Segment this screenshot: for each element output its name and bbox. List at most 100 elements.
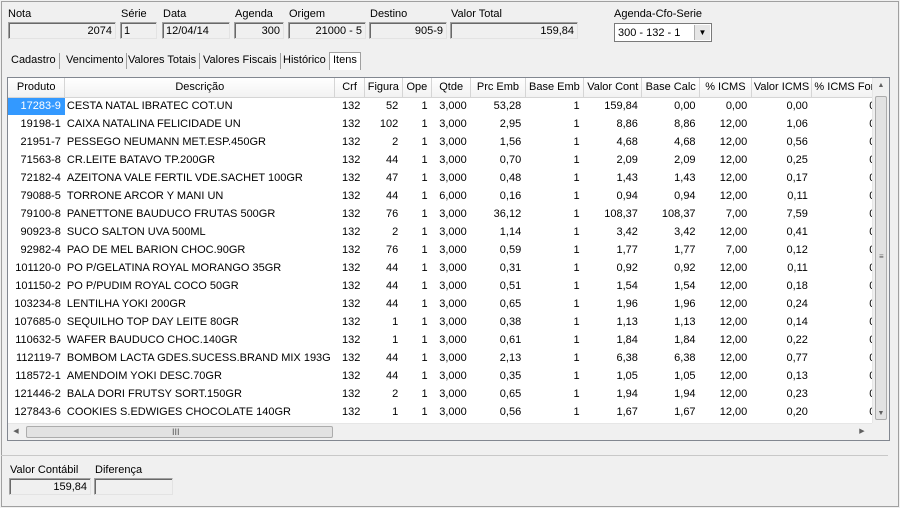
table-cell[interactable]: 103234-8 [8, 295, 65, 313]
table-cell[interactable]: 118572-1 [8, 367, 65, 385]
table-cell[interactable]: 12,00 [700, 277, 752, 295]
horizontal-scrollbar[interactable]: ◀ III ▶ [8, 423, 872, 440]
table-cell[interactable]: 3,42 [584, 223, 642, 241]
table-cell[interactable]: 1,56 [471, 133, 525, 151]
table-cell[interactable]: CAIXA NATALINA FELICIDADE UN [65, 115, 335, 133]
table-cell[interactable]: 12,00 [700, 403, 752, 421]
table-cell[interactable]: 1 [525, 169, 583, 187]
table-cell[interactable]: 1,43 [584, 169, 642, 187]
vertical-scrollbar[interactable]: ▲ ≡ ▼ [872, 78, 889, 423]
table-cell[interactable]: 1 [402, 97, 431, 115]
table-cell[interactable]: 0,18 [751, 277, 812, 295]
column-header[interactable]: Ope [402, 78, 433, 98]
table-cell[interactable]: 132 [335, 349, 365, 367]
table-cell[interactable]: 1 [402, 169, 431, 187]
table-row[interactable]: 107685-0 SEQUILHO TOP DAY LEITE 80GR 132 1 1… [8, 313, 889, 331]
table-cell[interactable]: 3,000 [432, 169, 471, 187]
table-cell[interactable]: 0,70 [471, 151, 525, 169]
table-cell[interactable]: 0,61 [471, 331, 525, 349]
table-cell[interactable]: 92982-4 [8, 241, 65, 259]
table-cell[interactable]: 3,000 [432, 277, 471, 295]
table-cell[interactable]: 7,00 [700, 205, 752, 223]
table-cell[interactable]: 1,13 [642, 313, 700, 331]
table-cell[interactable]: 19198-1 [8, 115, 65, 133]
column-header[interactable]: Produto [8, 78, 66, 98]
table-cell[interactable]: 159,84 [584, 97, 642, 115]
table-row[interactable]: 17283-9 CESTA NATAL IBRATEC COT.UN 132 52 1 3… [8, 97, 889, 115]
table-cell[interactable]: 1,77 [584, 241, 642, 259]
table-cell[interactable]: SUCO SALTON UVA 500ML [65, 223, 335, 241]
table-cell[interactable]: 102 [364, 115, 402, 133]
table-cell[interactable]: 1 [402, 403, 431, 421]
table-cell[interactable]: 1 [402, 277, 431, 295]
data-field[interactable]: 12/04/14 [162, 22, 230, 39]
table-cell[interactable]: 1 [402, 223, 431, 241]
table-cell[interactable]: 7,00 [700, 241, 752, 259]
table-cell[interactable]: 0,00 [642, 97, 700, 115]
table-cell[interactable]: 0,13 [751, 367, 812, 385]
table-cell[interactable]: BALA DORI FRUTSY SORT.150GR [65, 385, 335, 403]
table-cell[interactable]: 0,20 [751, 403, 812, 421]
table-cell[interactable]: 8,86 [642, 115, 700, 133]
table-cell[interactable]: 1 [402, 241, 431, 259]
table-cell[interactable]: 6,000 [432, 187, 471, 205]
table-row[interactable]: 112119-7 BOMBOM LACTA GDES.SUCESS.BRAND M… [8, 349, 889, 367]
table-cell[interactable]: 3,000 [432, 349, 471, 367]
table-cell[interactable]: 17283-9 [8, 97, 65, 115]
table-row[interactable]: 21951-7 PESSEGO NEUMANN MET.ESP.450GR 132 2… [8, 133, 889, 151]
table-cell[interactable]: 132 [335, 259, 365, 277]
table-cell[interactable]: 1,96 [642, 295, 700, 313]
table-cell[interactable]: 0,92 [584, 259, 642, 277]
table-cell[interactable]: 0,11 [751, 187, 812, 205]
table-cell[interactable]: 21951-7 [8, 133, 65, 151]
table-cell[interactable]: 0,94 [584, 187, 642, 205]
table-cell[interactable]: 79088-5 [8, 187, 65, 205]
valor-total-field[interactable]: 159,84 [450, 22, 578, 39]
table-cell[interactable]: 1 [525, 331, 583, 349]
table-cell[interactable]: 47 [364, 169, 402, 187]
table-cell[interactable]: 0,16 [471, 187, 525, 205]
column-header[interactable]: Base Calc [641, 78, 701, 98]
table-cell[interactable]: 1 [525, 115, 583, 133]
table-cell[interactable]: 1,94 [642, 385, 700, 403]
table-cell[interactable]: 132 [335, 313, 365, 331]
scroll-right-icon[interactable]: ▶ [854, 424, 870, 440]
table-cell[interactable]: AMENDOIM YOKI DESC.70GR [65, 367, 335, 385]
table-cell[interactable]: 0,22 [751, 331, 812, 349]
diferenca-field[interactable] [94, 478, 173, 495]
table-cell[interactable]: 2,13 [471, 349, 525, 367]
table-cell[interactable]: 1,54 [642, 277, 700, 295]
table-cell[interactable]: 3,000 [432, 385, 471, 403]
column-header[interactable]: Crf [334, 78, 365, 98]
table-cell[interactable]: 44 [364, 349, 402, 367]
table-cell[interactable]: 1,84 [642, 331, 700, 349]
table-cell[interactable]: 0,14 [751, 313, 812, 331]
table-cell[interactable]: 12,00 [700, 259, 752, 277]
tab-vencimento[interactable]: Vencimento [63, 53, 128, 69]
table-cell[interactable]: 12,00 [700, 151, 752, 169]
table-cell[interactable]: 44 [364, 367, 402, 385]
table-cell[interactable]: 1 [402, 385, 431, 403]
table-cell[interactable]: 1 [402, 187, 431, 205]
table-row[interactable]: 103234-8 LENTILHA YOKI 200GR 132 44 1 3,000 0,… [8, 295, 889, 313]
table-cell[interactable]: 0,41 [751, 223, 812, 241]
table-cell[interactable]: 1 [525, 151, 583, 169]
table-cell[interactable]: 0,94 [642, 187, 700, 205]
table-cell[interactable]: 0,31 [471, 259, 525, 277]
table-cell[interactable]: 1 [402, 133, 431, 151]
table-cell[interactable]: 1 [525, 295, 583, 313]
table-cell[interactable]: 110632-5 [8, 331, 65, 349]
table-cell[interactable]: 1 [364, 331, 402, 349]
column-header[interactable]: Figura [364, 78, 403, 98]
table-cell[interactable]: 1 [402, 349, 431, 367]
table-cell[interactable]: 1,67 [584, 403, 642, 421]
agenda-cfo-serie-select[interactable]: 300 - 132 - 1 ▼ [614, 23, 712, 42]
table-cell[interactable]: 0,65 [471, 295, 525, 313]
table-cell[interactable]: 3,000 [432, 151, 471, 169]
table-cell[interactable]: 1 [525, 187, 583, 205]
table-cell[interactable]: 3,000 [432, 97, 471, 115]
table-cell[interactable]: 0,35 [471, 367, 525, 385]
table-cell[interactable]: CESTA NATAL IBRATEC COT.UN [65, 97, 335, 115]
table-cell[interactable]: 132 [335, 403, 365, 421]
table-cell[interactable]: 132 [335, 331, 365, 349]
